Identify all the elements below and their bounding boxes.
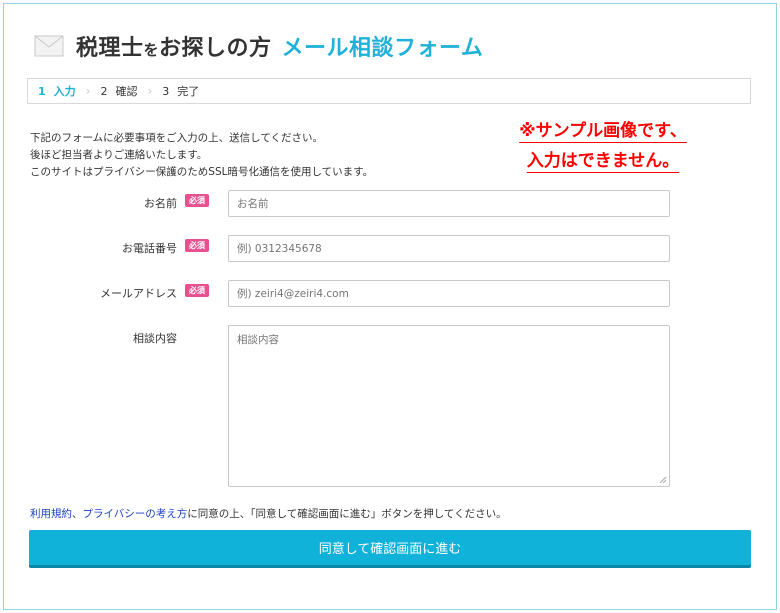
resize-handle-icon[interactable]: [658, 475, 667, 484]
agree-and-confirm-button[interactable]: 同意して確認画面に進む: [29, 530, 751, 568]
step-input: 1 入力: [38, 84, 76, 99]
required-badge: 必須: [185, 194, 209, 207]
chevron-right-icon: ›: [85, 84, 91, 98]
name-input[interactable]: [228, 190, 670, 217]
privacy-link[interactable]: プライバシーの考え方: [83, 508, 188, 520]
page-title-accent: メール相談フォーム: [281, 36, 484, 61]
step-confirm: 2 確認: [100, 84, 138, 99]
phone-input[interactable]: [228, 235, 670, 262]
mail-icon: [34, 35, 64, 57]
chevron-right-icon: ›: [147, 84, 153, 98]
progress-steps: 1 入力 › 2 確認 › 3 完了: [27, 78, 751, 104]
page-header: 税理士をお探しの方 メール相談フォーム: [34, 30, 483, 62]
phone-label: お電話番号: [122, 242, 177, 255]
required-badge: 必須: [185, 284, 209, 297]
name-label: お名前: [144, 197, 177, 210]
email-label: メールアドレス: [100, 287, 177, 300]
intro-text: 下記のフォームに必要事項をご入力の上、送信してください。 後ほど担当者よりご連絡…: [30, 132, 374, 178]
message-textarea[interactable]: [228, 325, 670, 487]
step-complete: 3 完了: [162, 84, 200, 99]
required-badge: 必須: [185, 239, 209, 252]
sample-notice: ※サンプル画像です、 入力はできません。: [519, 121, 687, 171]
page-title: 税理士をお探しの方: [76, 36, 272, 61]
email-input[interactable]: [228, 280, 670, 307]
message-label: 相談内容: [133, 332, 177, 345]
terms-link[interactable]: 利用規約: [30, 508, 72, 520]
agreement-text: 利用規約、プライバシーの考え方に同意の上、「同意して確認画面に進む」ボタンを押し…: [30, 508, 507, 520]
